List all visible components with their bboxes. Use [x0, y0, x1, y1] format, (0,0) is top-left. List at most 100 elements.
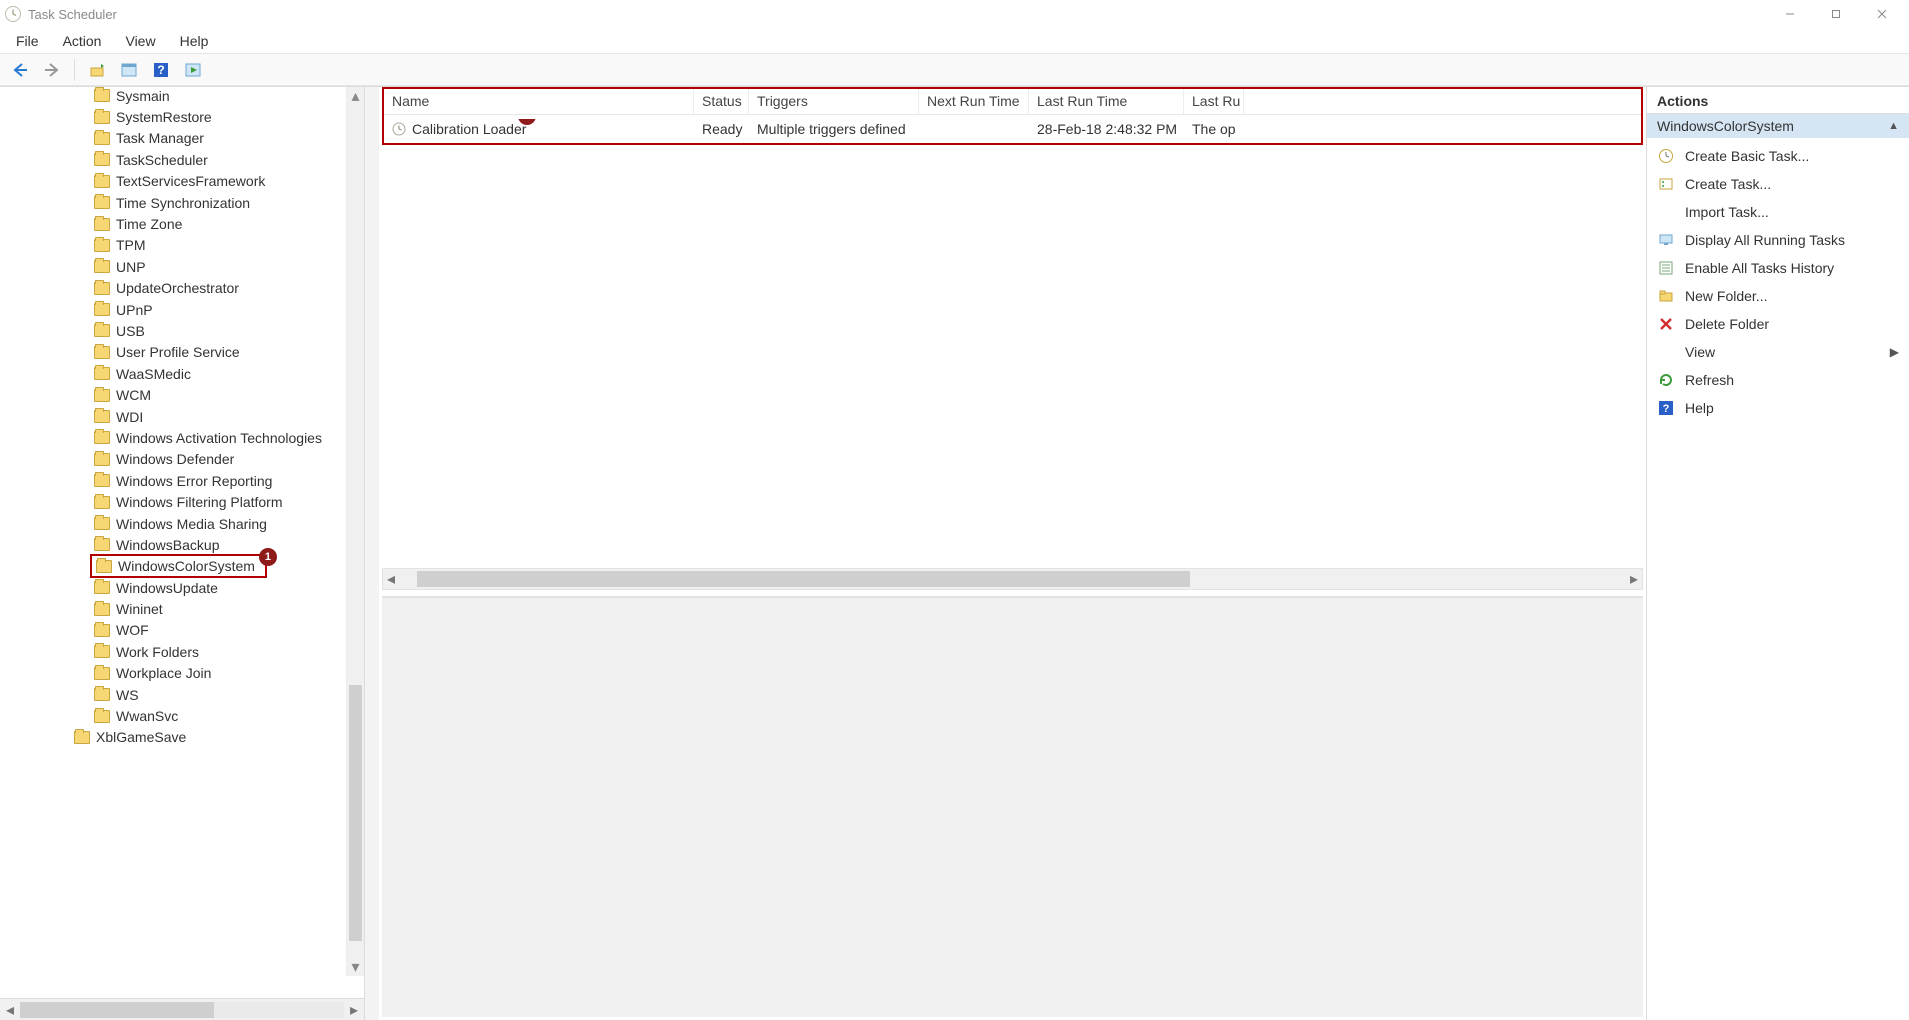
menu-view[interactable]: View [115, 31, 165, 51]
scroll-left-arrow-icon[interactable]: ◂ [383, 571, 399, 587]
nav-back-button[interactable] [6, 57, 34, 83]
action-display-all-running-tasks[interactable]: Display All Running Tasks [1647, 226, 1909, 254]
splitter[interactable] [365, 87, 379, 1020]
task-cell [919, 127, 1029, 131]
column-header-name[interactable]: Name [384, 89, 694, 114]
tree-item-label: WOF [116, 622, 149, 638]
action-delete-folder[interactable]: Delete Folder [1647, 310, 1909, 338]
column-header-status[interactable]: Status [694, 89, 749, 114]
tree-item-systemrestore[interactable]: SystemRestore [0, 106, 346, 127]
tree-item-user-profile-service[interactable]: User Profile Service [0, 342, 346, 363]
scroll-left-arrow-icon[interactable]: ◂ [2, 1002, 18, 1018]
tree-item-upnp[interactable]: UPnP [0, 299, 346, 320]
tree-item-wininet[interactable]: Wininet [0, 598, 346, 619]
tree-item-label: Time Zone [116, 216, 182, 232]
tree-item-label: Time Synchronization [116, 195, 250, 211]
tree-item-textservicesframework[interactable]: TextServicesFramework [0, 171, 346, 192]
tree-h-thumb[interactable] [20, 1002, 214, 1018]
run-button[interactable] [179, 57, 207, 83]
tree-item-label: Windows Defender [116, 451, 234, 467]
tree-item-time-zone[interactable]: Time Zone [0, 213, 346, 234]
scroll-right-arrow-icon[interactable]: ▸ [346, 1002, 362, 1018]
close-button[interactable] [1859, 0, 1905, 28]
tree-item-work-folders[interactable]: Work Folders [0, 641, 346, 662]
action-create-basic-task[interactable]: Create Basic Task... [1647, 142, 1909, 170]
svg-text:?: ? [1663, 403, 1670, 415]
tree-item-wwansvc[interactable]: WwanSvc [0, 705, 346, 726]
tree-item-label: SystemRestore [116, 109, 212, 125]
scroll-right-arrow-icon[interactable]: ▸ [1626, 571, 1642, 587]
tree-item-wdi[interactable]: WDI [0, 406, 346, 427]
action-new-folder[interactable]: New Folder... [1647, 282, 1909, 310]
action-item-label: View [1685, 344, 1715, 360]
column-header-last-ru[interactable]: Last Ru [1184, 89, 1244, 114]
folder-icon [94, 410, 110, 423]
tree-item-usb[interactable]: USB [0, 320, 346, 341]
scroll-down-arrow-icon[interactable]: ▾ [347, 958, 364, 976]
task-list[interactable]: NameStatusTriggersNext Run TimeLast Run … [384, 89, 1641, 143]
tree-item-sysmain[interactable]: Sysmain [0, 87, 346, 106]
column-header-triggers[interactable]: Triggers [749, 89, 919, 114]
actions-context-header[interactable]: WindowsColorSystem ▲ [1647, 114, 1909, 138]
task-row[interactable]: Calibration Loader2ReadyMultiple trigger… [384, 115, 1641, 143]
nav-forward-button[interactable] [38, 57, 66, 83]
menu-action[interactable]: Action [53, 31, 112, 51]
actions-list: Create Basic Task...Create Task...Import… [1647, 138, 1909, 426]
folder-icon [94, 453, 110, 466]
folder-tree[interactable]: Sysmain SystemRestore Task Manager TaskSche… [0, 87, 364, 976]
tree-item-updateorchestrator[interactable]: UpdateOrchestrator [0, 278, 346, 299]
task-cell: Ready [694, 119, 749, 139]
scroll-up-arrow-icon[interactable]: ▴ [347, 87, 364, 105]
tree-item-windows-error-reporting[interactable]: Windows Error Reporting [0, 470, 346, 491]
tree-item-windows-filtering-platform[interactable]: Windows Filtering Platform [0, 491, 346, 512]
tree-item-label: TaskScheduler [116, 152, 208, 168]
menu-file[interactable]: File [6, 31, 49, 51]
tree-item-taskscheduler[interactable]: TaskScheduler [0, 149, 346, 170]
svg-text:?: ? [157, 63, 164, 77]
tree-item-windowsbackup[interactable]: WindowsBackup [0, 534, 346, 555]
tree-horizontal-scrollbar[interactable]: ◂ ▸ [0, 998, 364, 1020]
tree-item-wof[interactable]: WOF [0, 620, 346, 641]
tree-v-thumb[interactable] [349, 685, 362, 941]
action-item-label: Enable All Tasks History [1685, 260, 1834, 276]
history-icon [1657, 259, 1675, 277]
tree-item-tpm[interactable]: TPM [0, 235, 346, 256]
tree-item-windows-activation-technologies[interactable]: Windows Activation Technologies [0, 427, 346, 448]
column-header-last-run-time[interactable]: Last Run Time [1029, 89, 1184, 114]
maximize-button[interactable] [1813, 0, 1859, 28]
tree-item-ws[interactable]: WS [0, 684, 346, 705]
action-item-label: Refresh [1685, 372, 1734, 388]
tasklist-horizontal-scrollbar[interactable]: ◂ ▸ [382, 568, 1643, 590]
tree-item-waasmedic[interactable]: WaaSMedic [0, 363, 346, 384]
collapse-icon[interactable]: ▲ [1888, 120, 1899, 132]
tree-item-windows-media-sharing[interactable]: Windows Media Sharing [0, 513, 346, 534]
tree-item-windowsupdate[interactable]: WindowsUpdate [0, 577, 346, 598]
action-help[interactable]: ?Help [1647, 394, 1909, 422]
help-button[interactable]: ? [147, 57, 175, 83]
action-create-task[interactable]: Create Task... [1647, 170, 1909, 198]
tree-item-workplace-join[interactable]: Workplace Join [0, 663, 346, 684]
task-list-header[interactable]: NameStatusTriggersNext Run TimeLast Run … [384, 89, 1641, 115]
tree-item-wcm[interactable]: WCM [0, 384, 346, 405]
tree-item-time-synchronization[interactable]: Time Synchronization [0, 192, 346, 213]
minimize-button[interactable] [1767, 0, 1813, 28]
task-icon [1657, 175, 1675, 193]
action-view[interactable]: View▶ [1647, 338, 1909, 366]
menu-help[interactable]: Help [170, 31, 219, 51]
action-enable-all-tasks-history[interactable]: Enable All Tasks History [1647, 254, 1909, 282]
column-header-next-run-time[interactable]: Next Run Time [919, 89, 1029, 114]
tree-item-label: Windows Activation Technologies [116, 430, 322, 446]
tree-item-unp[interactable]: UNP [0, 256, 346, 277]
properties-button[interactable] [115, 57, 143, 83]
action-import-task[interactable]: Import Task... [1647, 198, 1909, 226]
tasklist-h-thumb[interactable] [417, 571, 1190, 587]
tree-item-task-manager[interactable]: Task Manager [0, 128, 346, 149]
up-button[interactable] [83, 57, 111, 83]
tree-item-windows-defender[interactable]: Windows Defender [0, 449, 346, 470]
tree-item-windowscolorsystem[interactable]: WindowsColorSystem1 [0, 556, 346, 577]
tree-item-xblgamesave[interactable]: XblGameSave [0, 727, 346, 748]
tree-vertical-scrollbar[interactable]: ▴ ▾ [346, 87, 364, 976]
folder-icon [94, 517, 110, 530]
none-icon [1657, 343, 1675, 361]
action-refresh[interactable]: Refresh [1647, 366, 1909, 394]
